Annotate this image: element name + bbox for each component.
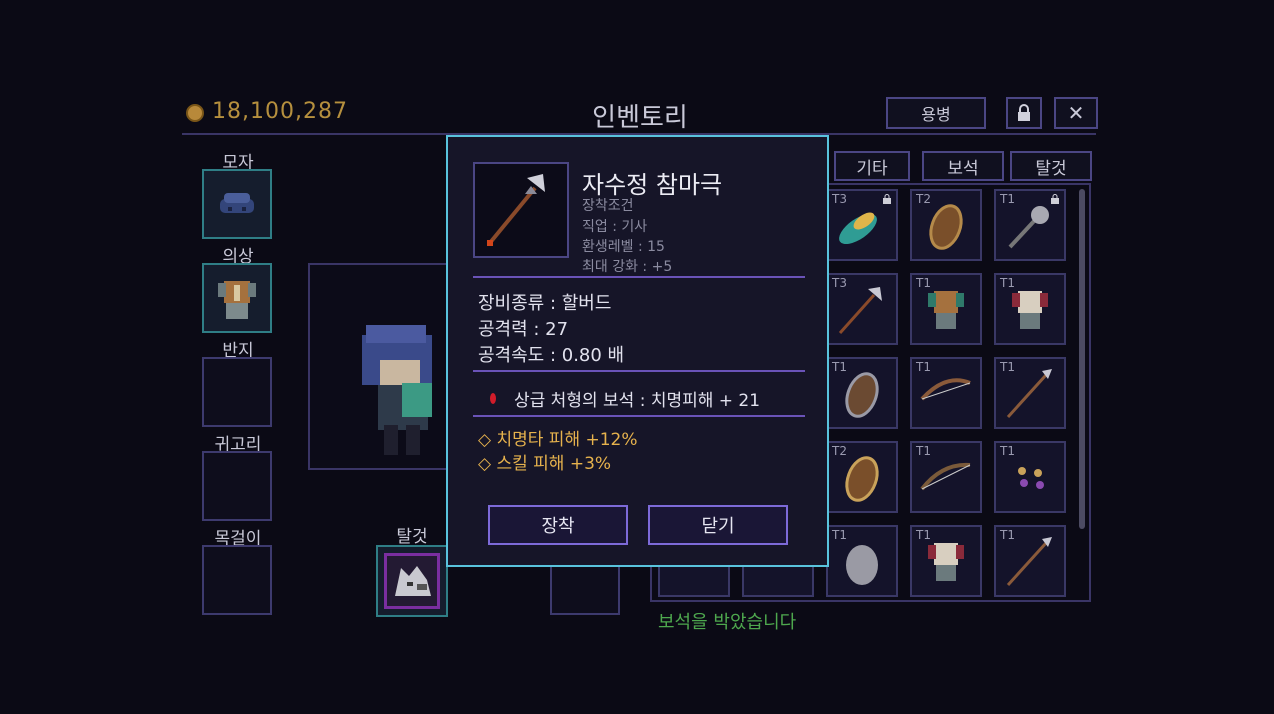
feather-icon xyxy=(839,212,877,245)
close-button[interactable]: 닫기 xyxy=(648,505,788,545)
character-sprite xyxy=(362,325,432,455)
requirement-rebirth-level: 환생레벨 : 15 xyxy=(582,239,665,255)
inventory-slot[interactable]: T1 xyxy=(910,357,982,429)
inventory-slot[interactable]: T1 xyxy=(910,441,982,513)
page-title: 인벤토리 xyxy=(592,103,688,133)
spear-icon xyxy=(1006,369,1052,419)
item-icon-frame xyxy=(473,162,569,258)
tab-mount[interactable]: 탈것 xyxy=(1010,151,1092,181)
armor-icon xyxy=(928,291,964,329)
attack-speed: 공격속도 : 0.80 배 xyxy=(478,345,625,366)
item-detail-dialog: 자수정 참마극 장착조건 직업 : 기사 환생레벨 : 15 최대 강화 : +… xyxy=(446,135,829,567)
inventory-slot[interactable]: T1 xyxy=(994,441,1066,513)
wolf-icon xyxy=(384,553,440,609)
lock-button[interactable] xyxy=(1006,97,1042,129)
divider xyxy=(473,370,805,372)
ring-slot[interactable] xyxy=(202,357,272,427)
necklace-slot[interactable] xyxy=(202,545,272,615)
gem-socket: 상급 처형의 보석 : 치명피해 + 21 xyxy=(514,391,761,411)
halberd-icon xyxy=(838,287,882,335)
bow-icon xyxy=(920,462,971,491)
lock-icon xyxy=(1018,104,1030,121)
inventory-slot[interactable]: T1 xyxy=(910,273,982,345)
gold-coin-icon xyxy=(186,104,204,122)
attack-power: 공격력 : 27 xyxy=(478,319,569,340)
inventory-slot[interactable]: T1 xyxy=(826,357,898,429)
inventory-slot[interactable]: T2 xyxy=(910,189,982,261)
inventory-slot[interactable]: T3 xyxy=(826,273,898,345)
inventory-scrollbar[interactable] xyxy=(1079,189,1085,529)
inventory-slot[interactable]: T1 xyxy=(826,525,898,597)
shield-icon xyxy=(929,204,963,250)
equip-type: 장비종류 : 할버드 xyxy=(478,293,612,314)
earring-slot[interactable] xyxy=(202,451,272,521)
hat-slot[interactable] xyxy=(202,169,272,239)
clothes-slot[interactable] xyxy=(202,263,272,333)
inventory-slot[interactable]: T1 xyxy=(910,525,982,597)
equip-button[interactable]: 장착 xyxy=(488,505,628,545)
option-crit-damage: ◇ 치명타 피해 +12% xyxy=(478,430,638,450)
hat-icon xyxy=(220,193,254,213)
divider xyxy=(473,276,805,278)
max-enhance: 최대 강화 : +5 xyxy=(582,259,673,275)
halberd-icon xyxy=(487,174,545,246)
option-skill-damage: ◇ 스킬 피해 +3% xyxy=(478,454,612,474)
status-message: 보석을 박았습니다 xyxy=(658,612,797,633)
armor-icon xyxy=(218,281,256,319)
requirement-title: 장착조건 xyxy=(582,198,634,214)
gem-icon xyxy=(490,393,496,404)
mercenary-button[interactable]: 용병 xyxy=(886,97,986,129)
mount-slot[interactable] xyxy=(376,545,448,617)
shield-icon xyxy=(846,545,878,585)
inventory-slot[interactable]: T1 xyxy=(994,189,1066,261)
character-preview xyxy=(308,263,458,470)
inventory-slot[interactable]: T2 xyxy=(826,441,898,513)
gold-amount: 18,100,287 xyxy=(212,99,348,124)
close-icon[interactable]: ✕ xyxy=(1054,97,1098,129)
shield-icon xyxy=(845,456,879,502)
tab-gem[interactable]: 보석 xyxy=(922,151,1004,181)
shield-icon xyxy=(845,372,879,418)
inventory-slot[interactable]: T1 xyxy=(994,525,1066,597)
armor-icon xyxy=(1012,291,1048,329)
tab-misc[interactable]: 기타 xyxy=(834,151,910,181)
mount-slot-label: 탈것 xyxy=(396,527,428,547)
divider xyxy=(473,415,805,417)
earring-icon xyxy=(1018,467,1044,489)
mace-icon xyxy=(1008,206,1049,249)
inventory-slot[interactable]: T3 xyxy=(826,189,898,261)
inventory-slot[interactable]: T1 xyxy=(994,273,1066,345)
requirement-class: 직업 : 기사 xyxy=(582,219,648,235)
inventory-slot[interactable]: T1 xyxy=(994,357,1066,429)
spear-icon xyxy=(1006,537,1052,587)
armor-icon xyxy=(928,543,964,581)
bow-icon xyxy=(920,378,971,401)
